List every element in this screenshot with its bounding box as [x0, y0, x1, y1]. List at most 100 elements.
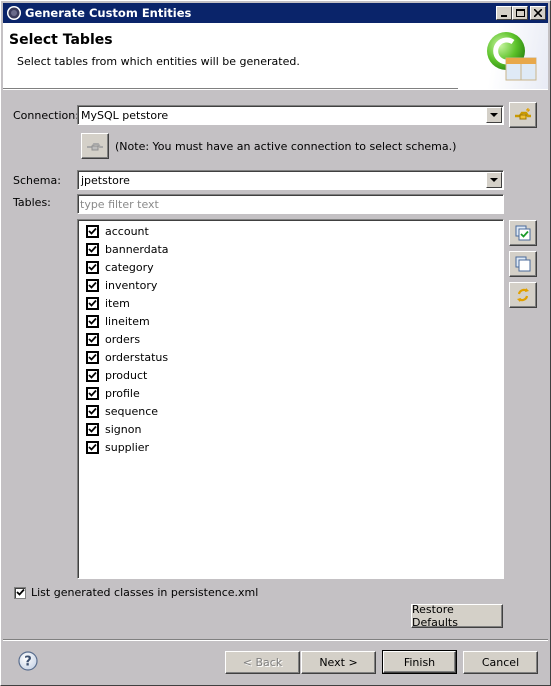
table-list-item[interactable]: supplier [86, 438, 149, 456]
table-checkbox[interactable] [86, 332, 99, 346]
page-title: Select Tables [9, 32, 113, 48]
checkmark-icon [88, 425, 97, 433]
table-list-item[interactable]: item [86, 294, 130, 312]
disconnected-plug-icon [87, 143, 103, 151]
table-list-item[interactable]: category [86, 258, 154, 276]
refresh-icon [517, 288, 529, 302]
table-filter-input[interactable]: type filter text [77, 194, 504, 214]
maximize-icon [515, 9, 525, 17]
table-checkbox[interactable] [86, 368, 99, 382]
table-list-item[interactable]: product [86, 366, 147, 384]
checkmark-icon [88, 245, 97, 253]
help-button[interactable]: ? [18, 651, 38, 671]
close-button[interactable] [530, 6, 546, 20]
refresh-tables-button[interactable] [509, 282, 537, 308]
maximize-button[interactable] [512, 6, 528, 20]
checkmark-icon [15, 588, 25, 596]
table-name: product [105, 368, 148, 382]
schema-label: Schema: [13, 174, 61, 187]
add-connection-button[interactable] [509, 102, 537, 128]
svg-text:?: ? [24, 655, 32, 670]
table-name: orders [105, 332, 141, 346]
persistence-label: List generated classes in persistence.xm… [31, 586, 259, 599]
select-all-button[interactable] [509, 220, 537, 246]
persistence-checkbox[interactable] [14, 586, 26, 599]
help-icon: ? [18, 651, 38, 671]
checkmark-icon [88, 299, 97, 307]
table-list-item[interactable]: signon [86, 420, 141, 438]
connection-note: (Note: You must have an active connectio… [115, 140, 457, 153]
checkmark-icon [88, 371, 97, 379]
table-checkbox[interactable] [86, 278, 99, 292]
table-checkbox[interactable] [86, 350, 99, 364]
table-checkbox[interactable] [86, 260, 99, 274]
checkmark-icon [88, 263, 97, 271]
schema-combo[interactable]: jpetstore [77, 170, 504, 190]
table-list-item[interactable]: account [86, 222, 149, 240]
wizard-header: Select Tables Select tables from which e… [3, 23, 548, 90]
footer-separator [3, 639, 548, 641]
connection-label: Connection: [13, 109, 79, 122]
checkmark-icon [88, 443, 97, 451]
restore-defaults-button[interactable]: Restore Defaults [411, 603, 503, 629]
table-checkbox[interactable] [86, 422, 99, 436]
table-checkbox[interactable] [86, 314, 99, 328]
connection-combo[interactable]: MySQL petstore [77, 105, 504, 125]
table-checkbox[interactable] [86, 386, 99, 400]
entity-table-icon [487, 32, 537, 81]
minimize-icon [501, 15, 507, 17]
table-name: bannerdata [105, 242, 169, 256]
dialog-window: Generate Custom Entities Select Tables S… [0, 0, 551, 686]
table-checkbox[interactable] [86, 296, 99, 310]
table-name: profile [105, 386, 140, 400]
eclipse-gear-icon [7, 6, 21, 20]
checkmark-icon [88, 281, 97, 289]
table-list-item[interactable]: lineitem [86, 312, 150, 330]
back-button[interactable]: < Back [225, 651, 300, 674]
table-filter-placeholder: type filter text [80, 198, 159, 211]
table-name: lineitem [105, 314, 150, 328]
table-checkbox[interactable] [86, 404, 99, 418]
next-button[interactable]: Next > [301, 651, 376, 674]
finish-button[interactable]: Finish [382, 650, 457, 674]
close-icon [534, 9, 542, 17]
tables-list[interactable]: account bannerdata category inventory item li… [77, 219, 504, 579]
schema-value: jpetstore [81, 174, 130, 187]
connection-value: MySQL petstore [81, 109, 169, 122]
table-name: inventory [105, 278, 158, 292]
tables-label: Tables: [13, 196, 51, 209]
checkmark-icon [88, 353, 97, 361]
cancel-button[interactable]: Cancel [463, 651, 538, 674]
table-name: signon [105, 422, 142, 436]
table-checkbox[interactable] [86, 440, 99, 454]
select-all-icon [515, 225, 531, 241]
table-name: item [105, 296, 130, 310]
chevron-down-icon[interactable] [486, 107, 502, 123]
reconnect-button[interactable] [81, 133, 109, 159]
table-name: account [105, 224, 149, 238]
table-list-item[interactable]: orders [86, 330, 140, 348]
table-name: orderstatus [105, 350, 169, 364]
persistence-option[interactable]: List generated classes in persistence.xm… [14, 586, 258, 599]
checkmark-icon [88, 227, 97, 235]
table-checkbox[interactable] [86, 224, 99, 238]
table-list-item[interactable]: bannerdata [86, 240, 169, 258]
checkmark-icon [88, 389, 97, 397]
table-list-item[interactable]: inventory [86, 276, 157, 294]
table-list-item[interactable]: sequence [86, 402, 158, 420]
table-checkbox[interactable] [86, 242, 99, 256]
window-title: Generate Custom Entities [25, 6, 192, 20]
table-list-item[interactable]: orderstatus [86, 348, 168, 366]
table-list-item[interactable]: profile [86, 384, 140, 402]
table-name: category [105, 260, 154, 274]
minimize-button[interactable] [496, 6, 512, 20]
deselect-all-button[interactable] [509, 251, 537, 277]
banner [458, 23, 548, 89]
connect-plug-icon [515, 108, 531, 120]
page-description: Select tables from which entities will b… [17, 55, 300, 68]
table-name: supplier [105, 440, 150, 454]
title-bar[interactable]: Generate Custom Entities [3, 3, 548, 23]
checkmark-icon [88, 335, 97, 343]
checkmark-icon [88, 317, 97, 325]
chevron-down-icon[interactable] [486, 172, 502, 188]
